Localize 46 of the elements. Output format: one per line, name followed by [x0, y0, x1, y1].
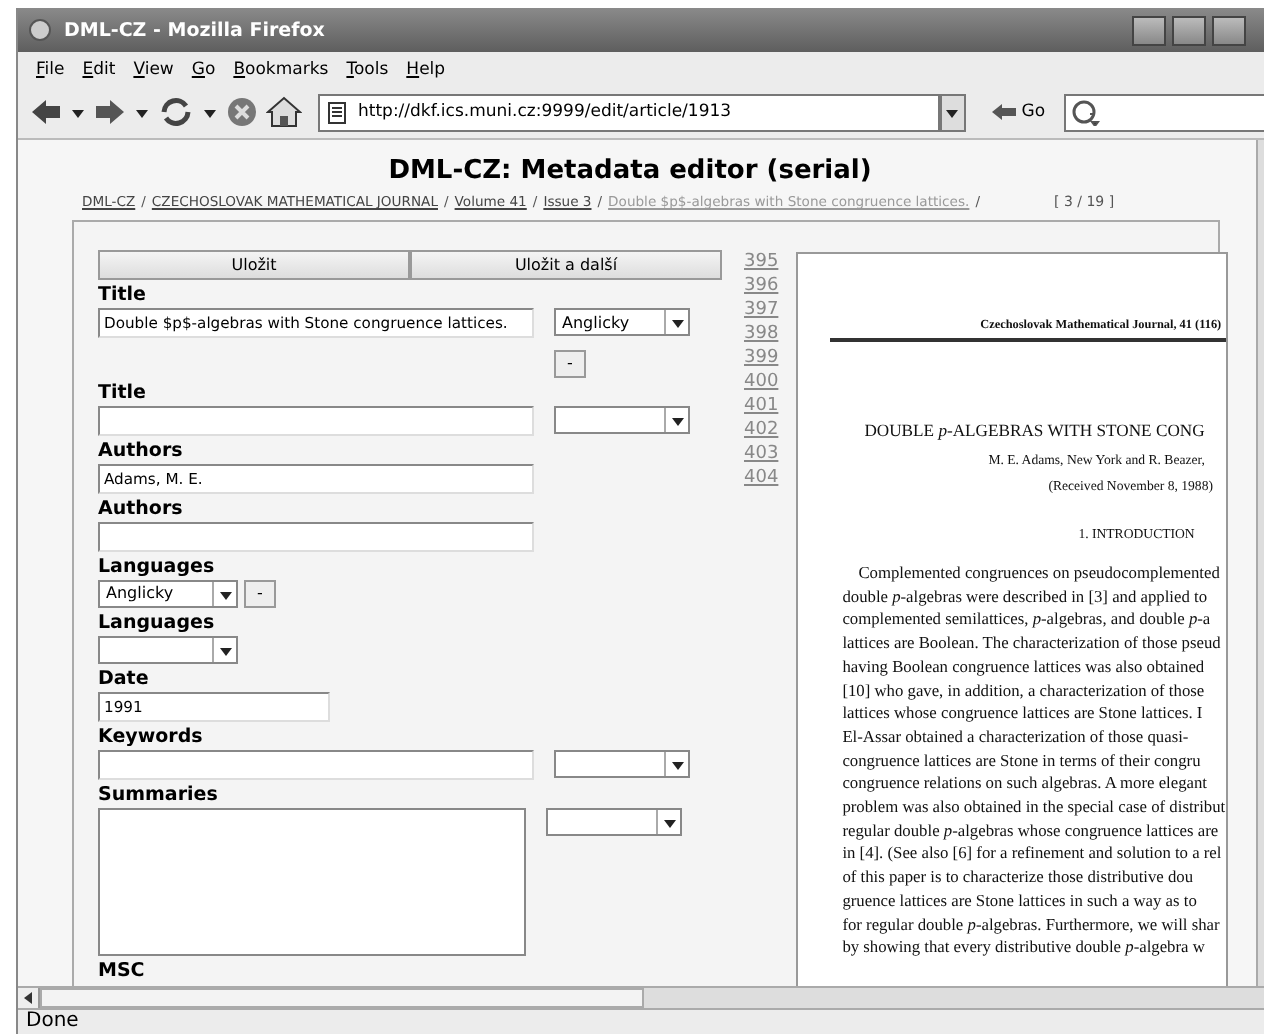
address-field[interactable]: http://dkf.ics.muni.cz:9999/edit/article/1913: [318, 93, 940, 131]
text-line: by showing that every distributive double p-algebra w: [842, 936, 1207, 960]
menu-item[interactable]: Help: [406, 59, 446, 79]
text-line: having Boolean congruence lattices was also obtained: [842, 655, 1207, 680]
field-label: MSC: [98, 957, 147, 983]
page-heading: DML-CZ: Metadata editor (serial): [386, 156, 874, 186]
menu-item[interactable]: Go: [191, 59, 216, 79]
text-line: for regular double p-algebras. Furthermore, we will shar: [842, 913, 1222, 937]
text-line: Complemented congruences on pseudocomplemented: [858, 562, 1222, 586]
remove-button[interactable]: -: [554, 349, 586, 377]
field-label: Languages: [98, 553, 217, 579]
text-line: complemented semilattices, p-algebras, and double p-a: [842, 608, 1213, 633]
field-label: Summaries: [98, 781, 220, 807]
text-line: [10] who gave, in addition, a characterization of those: [842, 679, 1207, 703]
field-label: Title: [98, 282, 148, 308]
text-line: congruence relations on such algebras. A more elegant: [842, 772, 1210, 797]
field-label: Authors: [98, 437, 185, 463]
dropdown[interactable]: Anglicky: [554, 308, 690, 336]
text-line: lattices are Boolean. The characterization of those pseud: [842, 632, 1223, 656]
text-line: in [4]. (See also [6] for a refinement and solution to a rel: [842, 842, 1224, 867]
field-label: Keywords: [98, 723, 205, 749]
menu-item[interactable]: View: [133, 59, 174, 79]
menu-item[interactable]: Edit: [82, 59, 116, 79]
go-button[interactable]: Go: [989, 102, 1046, 122]
text-line: lattices whose congruence lattices are Stone lattices. I: [842, 702, 1205, 726]
text-line: congruence lattices are Stone in terms of their congru: [842, 749, 1203, 773]
dropdown[interactable]: Anglicky: [98, 579, 238, 607]
window-title: DML-CZ - Mozilla Firefox: [64, 19, 325, 41]
menu-item[interactable]: Bookmarks: [233, 59, 329, 79]
article-title: DOUBLE p-ALGEBRAS WITH STONE CONG: [864, 420, 1207, 440]
text-line: gruence lattices are Stone lattices in such a way as to: [842, 889, 1199, 914]
menu-item[interactable]: Tools: [346, 59, 389, 79]
menu-item[interactable]: File: [36, 59, 65, 79]
field-label: Date: [98, 665, 151, 691]
text-line: double p-algebras were described in [3] and applied to: [842, 585, 1210, 609]
text-line: of this paper is to characterize those distributive dou: [842, 866, 1196, 890]
field-label: Languages: [98, 609, 217, 635]
save-button[interactable]: Uložit a další: [410, 250, 722, 280]
save-button[interactable]: Uložit: [98, 250, 410, 280]
remove-button[interactable]: -: [244, 579, 276, 607]
status-text: Done: [18, 1008, 1264, 1034]
text-line: problem was also obtained in the special case of distribut: [842, 796, 1226, 820]
text-line: regular double p-algebras whose congruence lattices are: [842, 819, 1221, 843]
field-label: Authors: [98, 495, 185, 521]
text-line: El-Assar obtained a characterization of those quasi-: [842, 725, 1191, 750]
field-label: Title: [98, 379, 148, 405]
